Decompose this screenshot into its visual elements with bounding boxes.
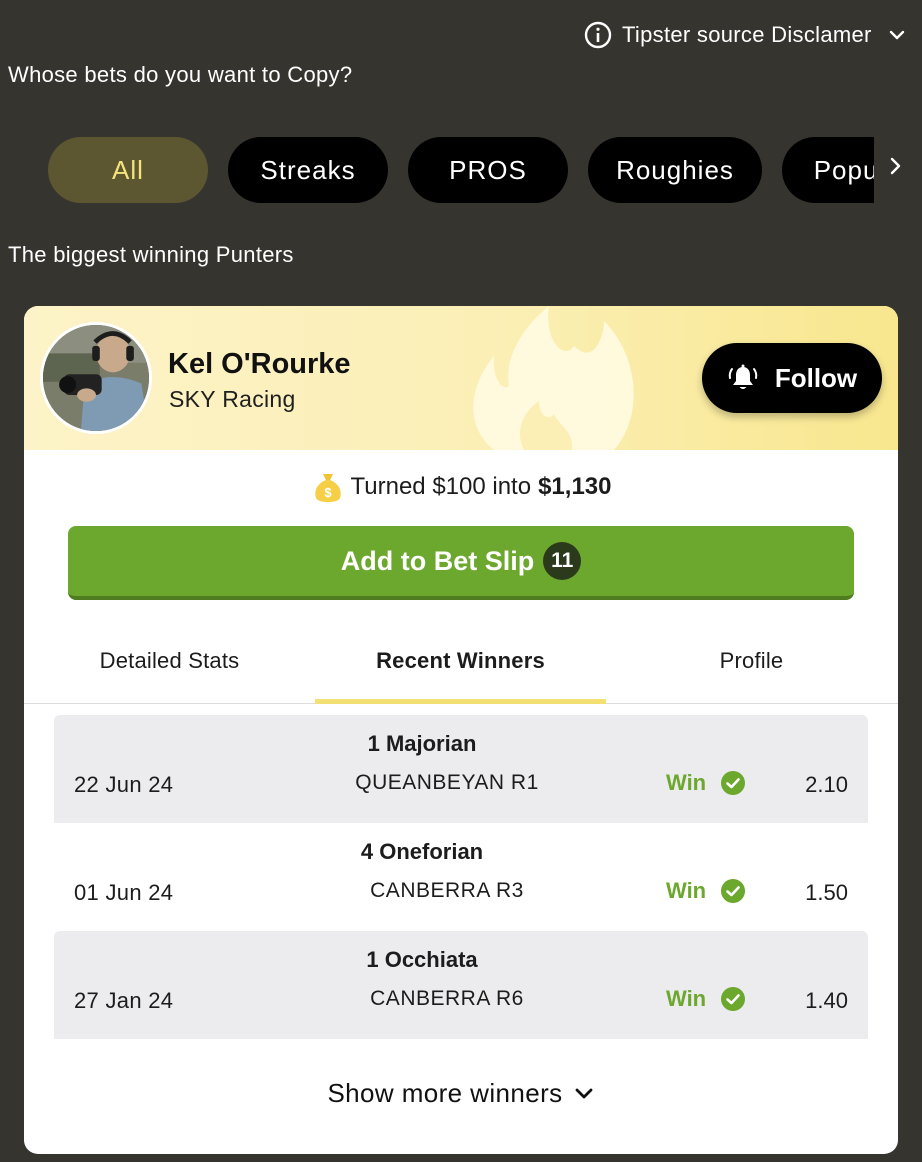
result-badge: Win (666, 878, 746, 904)
check-circle-icon (721, 771, 746, 795)
money-bag-icon: $ (314, 474, 341, 502)
disclaimer-toggle[interactable]: Tipster source Disclamer (584, 18, 908, 52)
bet-slip-count-badge: 11 (543, 542, 582, 580)
horse-name: 4 Oneforian (360, 839, 484, 864)
tab-profile[interactable]: Profile (606, 618, 897, 703)
tipster-card: Kel O'Rourke SKY Racing Follow $ Turned … (24, 306, 898, 1154)
result-label: Win (666, 878, 707, 903)
filter-streaks[interactable]: Streaks (228, 137, 388, 203)
winner-row: 1 Majorian 22 Jun 24 QUEANBEYAN R1 Win 2… (54, 715, 868, 823)
chevron-right-icon[interactable] (884, 155, 906, 177)
horse-name: 1 Majorian (367, 731, 477, 756)
copy-question: Whose bets do you want to Copy? (8, 62, 353, 87)
turned-prefix: Turned $100 into (350, 473, 532, 500)
bell-ringing-icon (728, 364, 758, 389)
tab-detailed-stats[interactable]: Detailed Stats (24, 618, 315, 703)
winner-row: 4 Oneforian 01 Jun 24 CANBERRA R3 Win 1.… (54, 823, 868, 931)
show-more-label: Show more winners (327, 1078, 563, 1108)
odds-value: 1.40 (805, 988, 848, 1013)
bet-slip-label: Add to Bet Slip (340, 545, 535, 576)
disclaimer-label: Tipster source Disclamer (622, 22, 872, 47)
filter-pills: All Streaks PROS Roughies Popular (48, 137, 874, 203)
flame-icon (473, 306, 634, 450)
filter-all[interactable]: All (48, 137, 208, 203)
info-icon (584, 21, 612, 49)
result-badge: Win (666, 770, 746, 796)
filter-popular[interactable]: Popular (782, 137, 874, 203)
winner-row: 1 Occhiata 27 Jan 24 CANBERRA R6 Win 1.4… (54, 931, 868, 1039)
avatar (40, 322, 152, 434)
tipster-tabs: Detailed Stats Recent Winners Profile (24, 618, 898, 704)
filter-pros[interactable]: PROS (408, 137, 568, 203)
chevron-down-icon (889, 30, 904, 40)
section-title: The biggest winning Punters (8, 242, 294, 267)
result-label: Win (666, 770, 707, 795)
filter-roughies[interactable]: Roughies (588, 137, 762, 203)
tipster-page: Tipster source Disclamer Whose bets do y… (0, 0, 922, 1162)
turned-amount: $1,130 (538, 473, 612, 500)
chevron-down-icon (575, 1088, 592, 1098)
turned-summary: $ Turned $100 into $1,130 (24, 470, 898, 504)
odds-value: 2.10 (805, 772, 848, 797)
card-header: Kel O'Rourke SKY Racing Follow (24, 306, 898, 450)
svg-text:$: $ (324, 485, 332, 500)
tab-recent-winners[interactable]: Recent Winners (315, 618, 606, 704)
horse-name: 1 Occhiata (366, 947, 478, 972)
follow-label: Follow (774, 362, 858, 393)
odds-value: 1.50 (805, 880, 848, 905)
show-more-winners-button[interactable]: Show more winners (24, 1078, 898, 1109)
tipster-source: SKY Racing (169, 386, 296, 412)
add-to-bet-slip-button[interactable]: Add to Bet Slip 11 (68, 526, 854, 600)
result-badge: Win (666, 986, 746, 1012)
result-label: Win (666, 986, 707, 1011)
avatar-photo (43, 325, 149, 431)
recent-winners-list: 1 Majorian 22 Jun 24 QUEANBEYAN R1 Win 2… (54, 715, 868, 1039)
follow-button[interactable]: Follow (702, 343, 882, 413)
check-circle-icon (721, 987, 746, 1011)
tipster-name: Kel O'Rourke (168, 348, 351, 380)
check-circle-icon (721, 879, 746, 903)
